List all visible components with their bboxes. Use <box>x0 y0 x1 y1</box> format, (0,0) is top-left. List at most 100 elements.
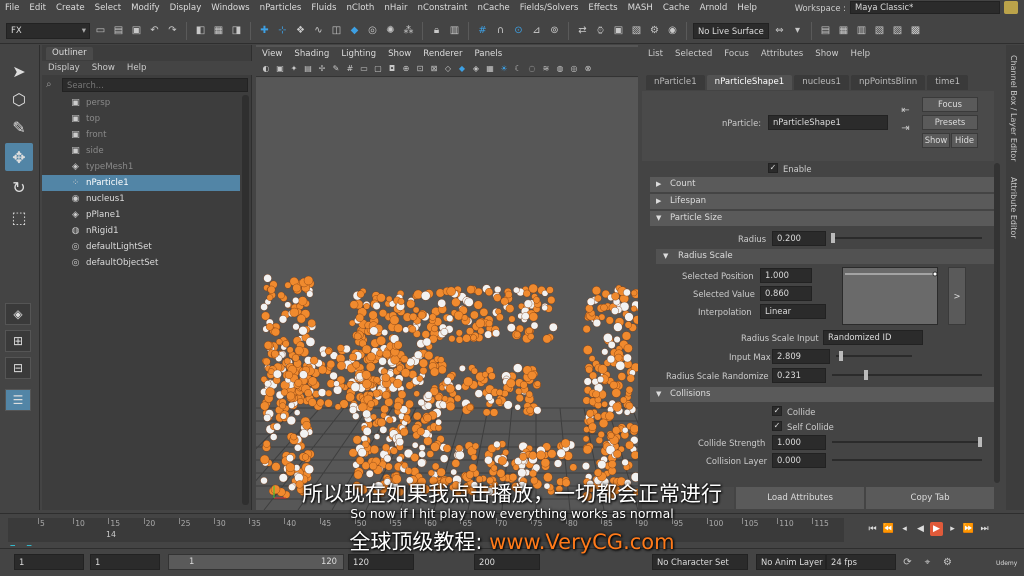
workspace-select[interactable]: Maya Classic* <box>850 1 1000 14</box>
end-frame-field[interactable]: 200 <box>474 554 540 570</box>
select-deformations-icon[interactable]: ◆ <box>347 23 362 38</box>
outliner-item[interactable]: ◍ nRigid1 <box>42 223 240 239</box>
ae-tab-nparticleshape1[interactable]: nParticleShape1 <box>706 75 793 90</box>
menu-windows[interactable]: Windows <box>206 3 254 13</box>
auto-key-icon[interactable]: ⌖ <box>920 555 935 570</box>
render-frame-icon[interactable]: ▣ <box>611 23 626 38</box>
highlight-selection-icon[interactable]: ▥ <box>447 23 462 38</box>
menu-help[interactable]: Help <box>732 3 762 13</box>
gate-mask-icon[interactable]: ◘ <box>386 63 398 75</box>
select-rendering-icon[interactable]: ✺ <box>383 23 398 38</box>
menu-create[interactable]: Create <box>51 3 90 13</box>
section-count[interactable]: Count <box>650 177 994 192</box>
collide-strength-slider-handle[interactable] <box>978 437 982 447</box>
scale-tool-icon[interactable]: ⬚ <box>5 203 33 231</box>
show-attribute-editor-icon[interactable]: ▦ <box>836 23 851 38</box>
output-connection-icon[interactable]: ⇥ <box>898 121 913 136</box>
lock-icon[interactable] <box>1004 1 1018 14</box>
select-joints-icon[interactable]: ❖ <box>293 23 308 38</box>
outliner-item[interactable]: ▣ side <box>42 143 240 159</box>
menu-ncache[interactable]: nCache <box>473 3 515 13</box>
persp-outliner-icon[interactable]: ⊟ <box>5 357 31 379</box>
ae-tab-nppointsblinn[interactable]: npPointsBlinn <box>850 75 926 90</box>
ramp-expand-button[interactable]: > <box>948 267 966 325</box>
outliner-scrollbar[interactable] <box>242 95 249 505</box>
single-perspective-view-icon[interactable]: ◈ <box>5 303 31 325</box>
show-button[interactable]: Show <box>922 133 950 148</box>
outliner-item[interactable]: ◈ pPlane1 <box>42 207 240 223</box>
outliner-layout-icon[interactable]: ☰ <box>5 389 31 411</box>
grease-pencil-icon[interactable]: ✎ <box>330 63 342 75</box>
lock-selection-icon[interactable]: 🔒︎ <box>429 23 444 38</box>
outliner-menu-help[interactable]: Help <box>121 63 153 73</box>
fps-select[interactable]: 24 fps <box>826 554 896 570</box>
menu-edit[interactable]: Edit <box>24 3 51 13</box>
channel-box-tab[interactable]: Channel Box / Layer Editor <box>1009 55 1018 162</box>
camera-select-icon[interactable]: ◐ <box>260 63 272 75</box>
outliner-item[interactable]: ▣ front <box>42 127 240 143</box>
focus-button[interactable]: Focus <box>922 97 978 112</box>
menu-modify[interactable]: Modify <box>126 3 164 13</box>
grid-icon[interactable]: # <box>344 63 356 75</box>
xray-icon[interactable]: ⊗ <box>582 63 594 75</box>
hypershade-icon[interactable]: ◉ <box>665 23 680 38</box>
ae-tab-time1[interactable]: time1 <box>927 75 969 90</box>
menu-fluids[interactable]: Fluids <box>306 3 341 13</box>
anti-aliasing-icon[interactable]: ◍ <box>554 63 566 75</box>
section-collisions[interactable]: Collisions <box>650 387 994 402</box>
safe-title-icon[interactable]: ⊠ <box>428 63 440 75</box>
textured-icon[interactable]: ▦ <box>484 63 496 75</box>
menu-ncloth[interactable]: nCloth <box>341 3 379 13</box>
smooth-shade-icon[interactable]: ◆ <box>456 63 468 75</box>
outliner-item[interactable]: ◈ typeMesh1 <box>42 159 240 175</box>
redo-icon[interactable]: ↷ <box>165 23 180 38</box>
snap-view-plane-icon[interactable]: ⊿ <box>529 23 544 38</box>
menu-effects[interactable]: Effects <box>583 3 622 13</box>
image-plane-icon[interactable]: ▤ <box>302 63 314 75</box>
enable-checkbox[interactable]: ✓ <box>768 163 778 173</box>
menu-display[interactable]: Display <box>165 3 207 13</box>
four-view-icon[interactable]: ⊞ <box>5 330 31 352</box>
symmetry-icon[interactable]: ⇔ <box>772 23 787 38</box>
loop-icon[interactable]: ⟳ <box>900 555 915 570</box>
2d-pan-zoom-icon[interactable]: ✢ <box>316 63 328 75</box>
ae-menu-attributes[interactable]: Attributes <box>755 49 809 59</box>
sign-in-icon[interactable]: ▾ <box>790 23 805 38</box>
ae-menu-show[interactable]: Show <box>809 49 844 59</box>
safe-action-icon[interactable]: ⊡ <box>414 63 426 75</box>
viewport-menu-shading[interactable]: Shading <box>288 49 335 59</box>
camera-attributes-icon[interactable]: ▣ <box>274 63 286 75</box>
preferences-icon[interactable]: ⚙︎ <box>940 555 955 570</box>
outliner-tab[interactable]: Outliner <box>46 47 93 60</box>
show-modeling-toolkit-icon[interactable]: ▤ <box>818 23 833 38</box>
collide-strength-field[interactable]: 1.000 <box>772 435 826 450</box>
show-panel-icon[interactable]: ▩ <box>908 23 923 38</box>
section-particle-size[interactable]: Particle Size <box>650 211 994 226</box>
snap-grid-icon[interactable]: # <box>475 23 490 38</box>
snap-live-icon[interactable]: ⊚ <box>547 23 562 38</box>
collide-checkbox[interactable]: ✓ <box>772 406 782 416</box>
menu-select[interactable]: Select <box>90 3 127 13</box>
radius-scale-input-select[interactable]: Randomized ID <box>823 330 923 345</box>
ambient-occlusion-icon[interactable]: ◌ <box>526 63 538 75</box>
radius-slider-handle[interactable] <box>831 233 835 243</box>
self-collide-checkbox[interactable]: ✓ <box>772 421 782 431</box>
input-max-slider-handle[interactable] <box>839 351 843 361</box>
save-scene-icon[interactable]: ▣ <box>129 23 144 38</box>
outliner-item[interactable]: ▣ top <box>42 111 240 127</box>
attribute-editor-tab[interactable]: Attribute Editor <box>1009 177 1018 239</box>
new-scene-icon[interactable]: ▭ <box>93 23 108 38</box>
character-set-select[interactable]: No Character Set <box>652 554 748 570</box>
radius-scale-randomize-slider-handle[interactable] <box>864 370 868 380</box>
show-outliner-icon[interactable]: ▨ <box>890 23 905 38</box>
snap-curve-icon[interactable]: ∩ <box>493 23 508 38</box>
section-lifespan[interactable]: Lifespan <box>650 194 994 209</box>
live-surface-field[interactable]: No Live Surface <box>693 22 769 39</box>
move-tool-icon[interactable]: ✥ <box>5 143 33 171</box>
select-hierarchy-icon[interactable]: ◧ <box>193 23 208 38</box>
show-tool-settings-icon[interactable]: ▥ <box>854 23 869 38</box>
lasso-tool-icon[interactable]: ⬡ <box>5 85 33 113</box>
select-component-icon[interactable]: ◨ <box>229 23 244 38</box>
collide-strength-slider[interactable] <box>832 441 982 443</box>
radius-slider[interactable] <box>832 237 982 239</box>
